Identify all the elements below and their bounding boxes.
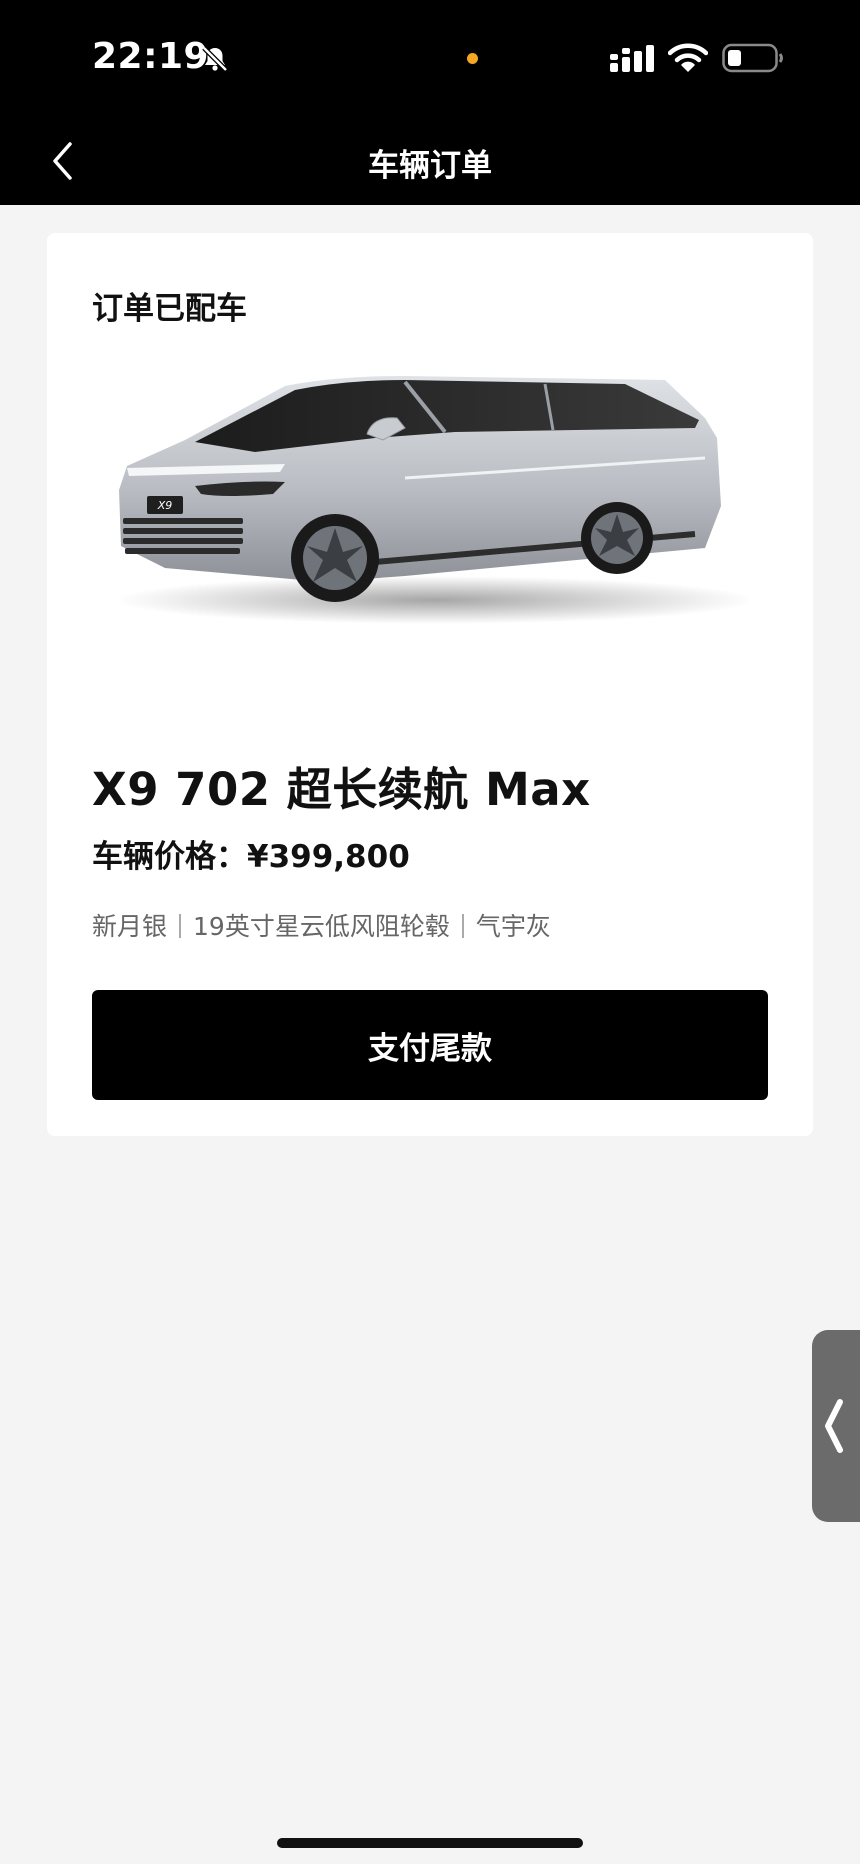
page-title: 车辆订单 (368, 148, 492, 184)
privacy-indicator-dot (467, 53, 478, 64)
battery-icon (722, 43, 783, 73)
car-badge-text: X9 (157, 499, 173, 512)
top-bar: 22:19 车辆订单 (0, 0, 860, 205)
option-interior-color: 气宇灰 (475, 912, 551, 941)
car-model-name: X9 702 超长续航 Max (92, 763, 591, 816)
status-time: 22:19 (92, 36, 210, 77)
pay-balance-button[interactable]: 支付尾款 (92, 990, 768, 1100)
option-wheels: 19英寸星云低风阻轮毂 (193, 912, 450, 941)
option-divider (461, 914, 464, 938)
option-exterior-color: 新月银 (92, 912, 168, 941)
car-price: 车辆价格：¥399,800 (92, 839, 410, 875)
car-image: X9 (115, 376, 755, 624)
option-divider (179, 914, 182, 938)
home-indicator[interactable] (277, 1838, 583, 1848)
signal-icon (610, 45, 654, 72)
car-options: 新月银 19英寸星云低风阻轮毂 气宇灰 (92, 907, 551, 943)
wifi-icon (668, 43, 708, 72)
chevron-left-icon (825, 1399, 843, 1453)
order-card: 订单已配车 X9 X9 702 超长续航 Max 车辆价格：¥399,800 新… (47, 233, 813, 1136)
order-status: 订单已配车 (92, 291, 247, 327)
bell-muted-icon (202, 46, 228, 72)
side-assistive-handle[interactable] (812, 1330, 860, 1522)
